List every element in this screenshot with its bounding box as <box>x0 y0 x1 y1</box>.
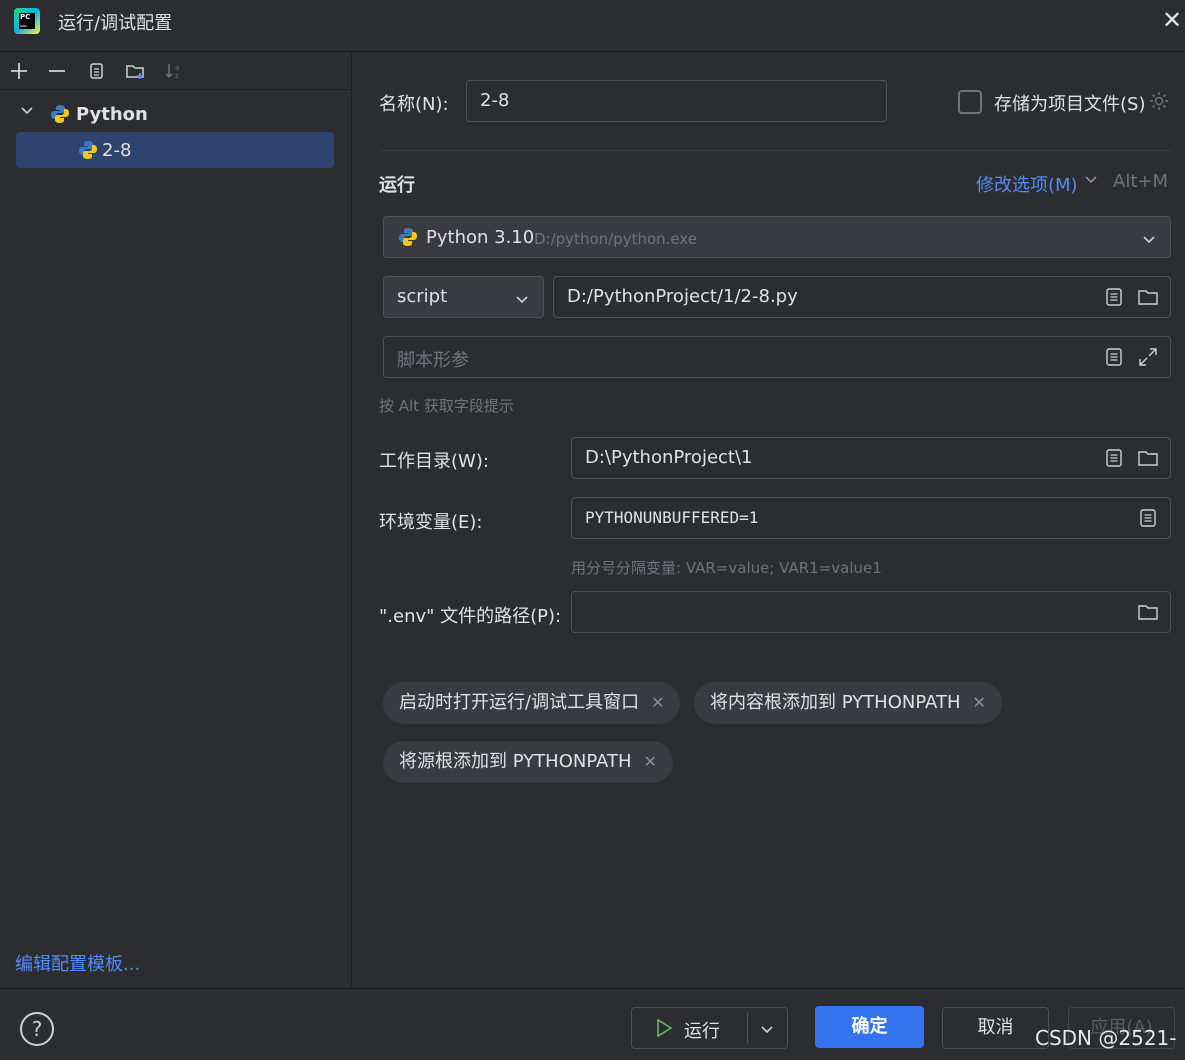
tree-item-selected[interactable] <box>16 132 334 168</box>
modify-options-link[interactable]: 修改选项(M) <box>976 171 1078 197</box>
sort-icon: az <box>161 58 187 84</box>
interpreter-path: D:/python/python.exe <box>534 230 698 248</box>
edit-templates-link[interactable]: 编辑配置模板... <box>15 950 140 976</box>
title-bar <box>0 0 1185 52</box>
add-icon[interactable] <box>6 58 32 84</box>
script-type-value: script <box>397 286 448 307</box>
document-icon[interactable] <box>1103 286 1125 308</box>
env-label: 环境变量(E): <box>379 512 483 533</box>
gear-icon[interactable] <box>1148 90 1170 118</box>
store-as-project-file-label: 存储为项目文件(S) <box>994 94 1146 115</box>
modify-options-shortcut: Alt+M <box>1113 171 1168 192</box>
close-icon[interactable]: ✕ <box>651 693 664 712</box>
tree-item-label: 2-8 <box>102 140 132 161</box>
chevron-down-icon[interactable] <box>20 104 34 122</box>
interpreter-select[interactable]: Python 3.10 D:/python/python.exe <box>383 216 1171 258</box>
tree-toolbar: az <box>0 52 352 90</box>
option-chip-label: 启动时打开运行/调试工具窗口 <box>399 692 640 713</box>
svg-text:a: a <box>175 64 179 72</box>
dotenv-path-input[interactable] <box>571 591 1171 633</box>
folder-icon[interactable] <box>1137 601 1159 623</box>
chevron-down-icon[interactable] <box>1084 171 1098 190</box>
copy-icon[interactable] <box>83 58 109 84</box>
name-value: 2-8 <box>480 90 510 111</box>
option-chip: 将源根添加到 PYTHONPATH ✕ <box>383 741 673 783</box>
chevron-down-icon <box>515 291 529 305</box>
document-icon[interactable] <box>1103 346 1125 368</box>
cancel-button[interactable]: 取消 <box>942 1007 1049 1049</box>
config-tree-pane <box>0 52 352 988</box>
svg-text:z: z <box>175 72 179 80</box>
new-folder-icon[interactable] <box>122 58 148 84</box>
run-button[interactable]: 运行 <box>631 1007 788 1049</box>
help-button[interactable]: ? <box>20 1012 54 1046</box>
expand-icon[interactable] <box>1137 346 1159 368</box>
chevron-down-icon <box>1142 231 1156 245</box>
name-input[interactable]: 2-8 <box>466 80 887 122</box>
play-icon <box>654 1018 674 1043</box>
close-icon[interactable]: ✕ <box>973 693 986 712</box>
workdir-value: D:\PythonProject\1 <box>585 447 753 468</box>
python-icon <box>398 227 418 247</box>
option-chip-label: 将内容根添加到 PYTHONPATH <box>710 692 961 713</box>
divider <box>747 1013 748 1043</box>
remove-icon[interactable] <box>44 58 70 84</box>
script-path-input[interactable]: D:/PythonProject/1/2-8.py <box>553 276 1171 318</box>
ok-button[interactable]: 确定 <box>815 1006 924 1048</box>
watermark: CSDN @2521- <box>1035 1026 1177 1050</box>
alt-hint: 按 Alt 获取字段提示 <box>379 397 514 415</box>
dotenv-label: ".env" 文件的路径(P): <box>379 606 562 627</box>
script-path-value: D:/PythonProject/1/2-8.py <box>567 286 798 307</box>
divider <box>379 150 1173 151</box>
option-chip: 将内容根添加到 PYTHONPATH ✕ <box>694 682 1002 724</box>
workdir-label: 工作目录(W): <box>379 451 489 472</box>
folder-icon[interactable] <box>1137 447 1159 469</box>
script-params-placeholder: 脚本形参 <box>397 350 469 371</box>
env-vars-input[interactable]: PYTHONUNBUFFERED=1 <box>571 497 1171 539</box>
tree-group-python[interactable]: Python <box>76 104 148 125</box>
name-label: 名称(N): <box>379 94 449 115</box>
document-icon[interactable] <box>1103 447 1125 469</box>
pycharm-logo-icon: PC — <box>14 8 40 34</box>
env-vars-value: PYTHONUNBUFFERED=1 <box>585 508 759 527</box>
python-icon <box>50 104 70 124</box>
document-icon[interactable] <box>1137 507 1159 529</box>
interpreter-name: Python 3.10 <box>426 227 535 248</box>
folder-icon[interactable] <box>1137 286 1159 308</box>
script-params-input[interactable]: 脚本形参 <box>383 336 1171 378</box>
workdir-input[interactable]: D:\PythonProject\1 <box>571 437 1171 479</box>
close-icon[interactable]: ✕ <box>1160 6 1184 34</box>
script-type-select[interactable]: script <box>383 276 544 318</box>
env-hint: 用分号分隔变量: VAR=value; VAR1=value1 <box>571 559 882 577</box>
python-icon <box>78 140 98 160</box>
run-button-label: 运行 <box>684 1021 720 1042</box>
option-chip-label: 将源根添加到 PYTHONPATH <box>399 751 632 772</box>
chevron-down-icon[interactable] <box>760 1021 774 1042</box>
run-section-title: 运行 <box>379 175 415 196</box>
option-chip: 启动时打开运行/调试工具窗口 ✕ <box>383 682 681 724</box>
store-as-project-file-checkbox[interactable] <box>958 90 982 114</box>
window-title: 运行/调试配置 <box>58 13 173 34</box>
close-icon[interactable]: ✕ <box>644 752 657 771</box>
